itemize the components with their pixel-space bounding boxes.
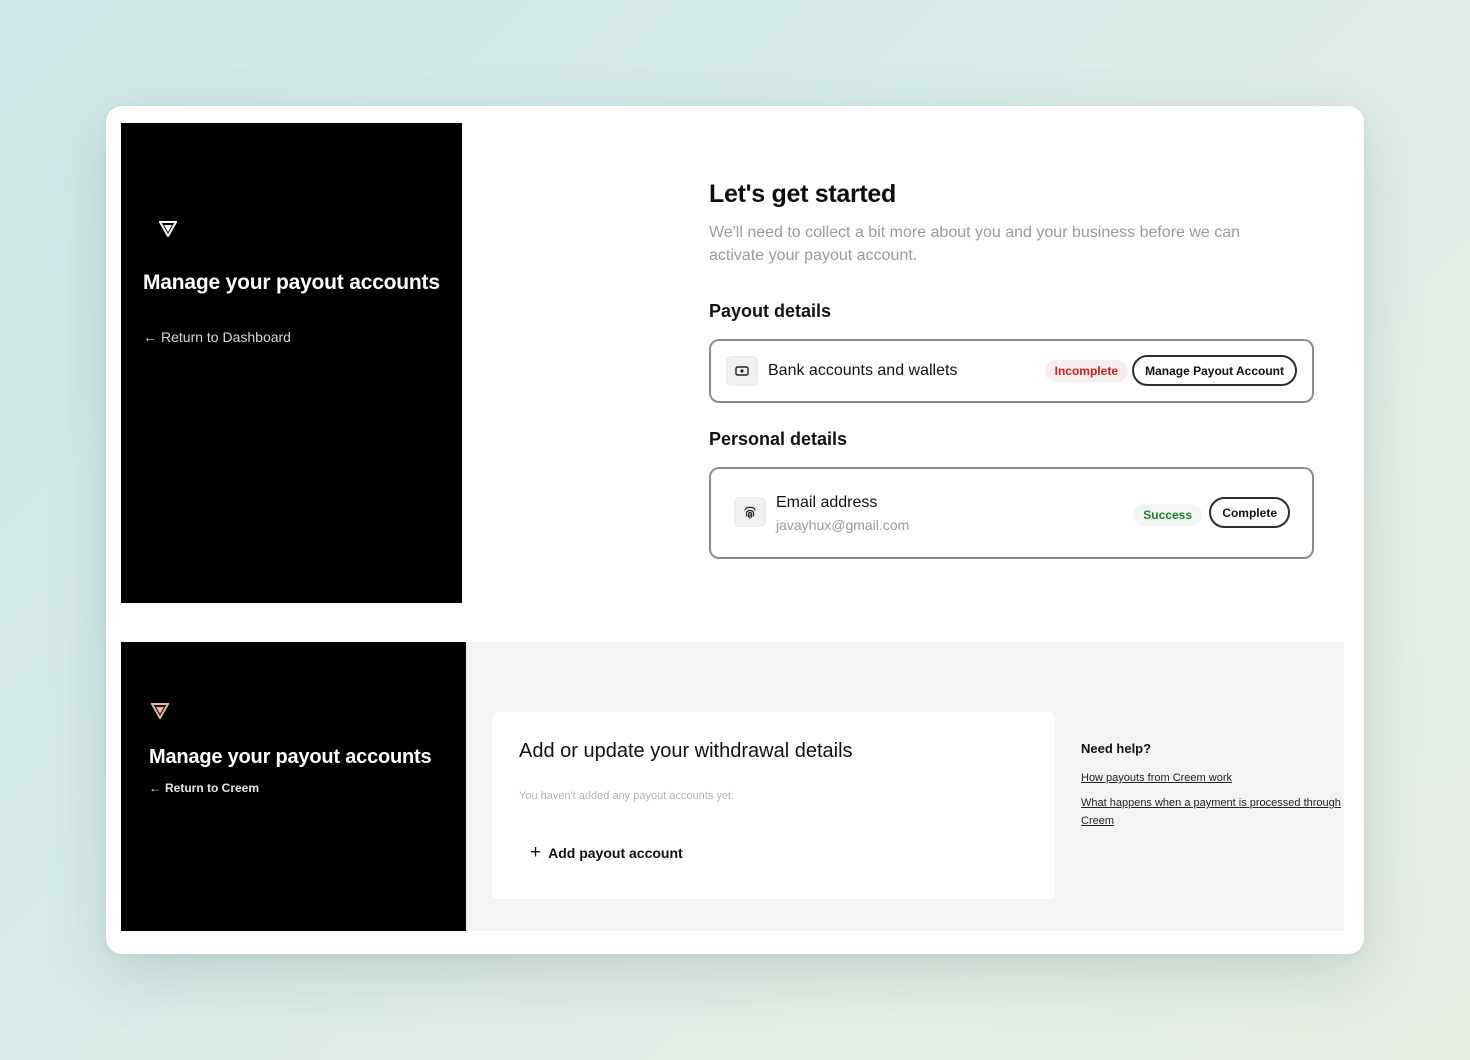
withdrawal-panel: Add or update your withdrawal details Yo… bbox=[492, 712, 1055, 899]
help-section: Need help? How payouts from Creem work W… bbox=[1081, 741, 1341, 830]
arrow-left-icon: ← bbox=[143, 329, 157, 345]
complete-button[interactable]: Complete bbox=[1209, 497, 1290, 528]
arrow-left-icon: ← bbox=[149, 781, 161, 795]
payout-row-label: Bank accounts and wallets bbox=[768, 362, 958, 379]
payout-account-row: Bank accounts and wallets Incomplete Man… bbox=[709, 339, 1314, 403]
return-to-creem-link[interactable]: ← Return to Creem bbox=[149, 781, 259, 795]
email-row-label: Email address bbox=[776, 494, 878, 511]
empty-state-text: You haven't added any payout accounts ye… bbox=[519, 790, 735, 802]
sidebar-title: Manage your payout accounts bbox=[143, 271, 440, 294]
wallet-icon bbox=[726, 356, 758, 386]
screenshot-card: Manage your payout accounts ← Return to … bbox=[106, 106, 1364, 954]
sidebar-title: Manage your payout accounts bbox=[149, 746, 432, 768]
page-subtitle: We'll need to collect a bit more about y… bbox=[709, 224, 1241, 264]
bottom-sidebar: Manage your payout accounts ← Return to … bbox=[121, 642, 466, 931]
withdrawal-title: Add or update your withdrawal details bbox=[519, 740, 853, 762]
top-sidebar: Manage your payout accounts ← Return to … bbox=[121, 123, 462, 603]
email-value: javayhux@gmail.com bbox=[776, 517, 910, 533]
triangle-logo-icon bbox=[151, 703, 169, 719]
return-link-label: Return to Dashboard bbox=[161, 329, 291, 345]
payout-details-heading: Payout details bbox=[709, 301, 832, 321]
page-title: Let's get started bbox=[709, 180, 897, 208]
triangle-logo-icon bbox=[159, 221, 177, 237]
onboarding-main: Let's get started We'll need to collect … bbox=[709, 180, 1319, 559]
fingerprint-icon bbox=[734, 497, 766, 527]
email-row: Email address javayhux@gmail.com Success… bbox=[709, 467, 1314, 559]
return-to-dashboard-link[interactable]: ← Return to Dashboard bbox=[143, 329, 291, 345]
add-payout-account-button[interactable]: + Add payout account bbox=[530, 842, 683, 863]
manage-payout-account-button[interactable]: Manage Payout Account bbox=[1132, 355, 1297, 386]
help-link-payment-processing[interactable]: What happens when a payment is processed… bbox=[1081, 794, 1341, 830]
plus-icon: + bbox=[530, 842, 542, 863]
status-badge-incomplete: Incomplete bbox=[1044, 360, 1128, 382]
help-title: Need help? bbox=[1081, 741, 1152, 756]
add-payout-account-label: Add payout account bbox=[548, 845, 683, 861]
status-badge-success: Success bbox=[1133, 504, 1202, 526]
personal-details-heading: Personal details bbox=[709, 429, 848, 449]
return-link-label: Return to Creem bbox=[165, 781, 260, 795]
withdrawal-page: Manage your payout accounts ← Return to … bbox=[121, 642, 1344, 931]
help-link-payouts[interactable]: How payouts from Creem work bbox=[1081, 769, 1341, 787]
